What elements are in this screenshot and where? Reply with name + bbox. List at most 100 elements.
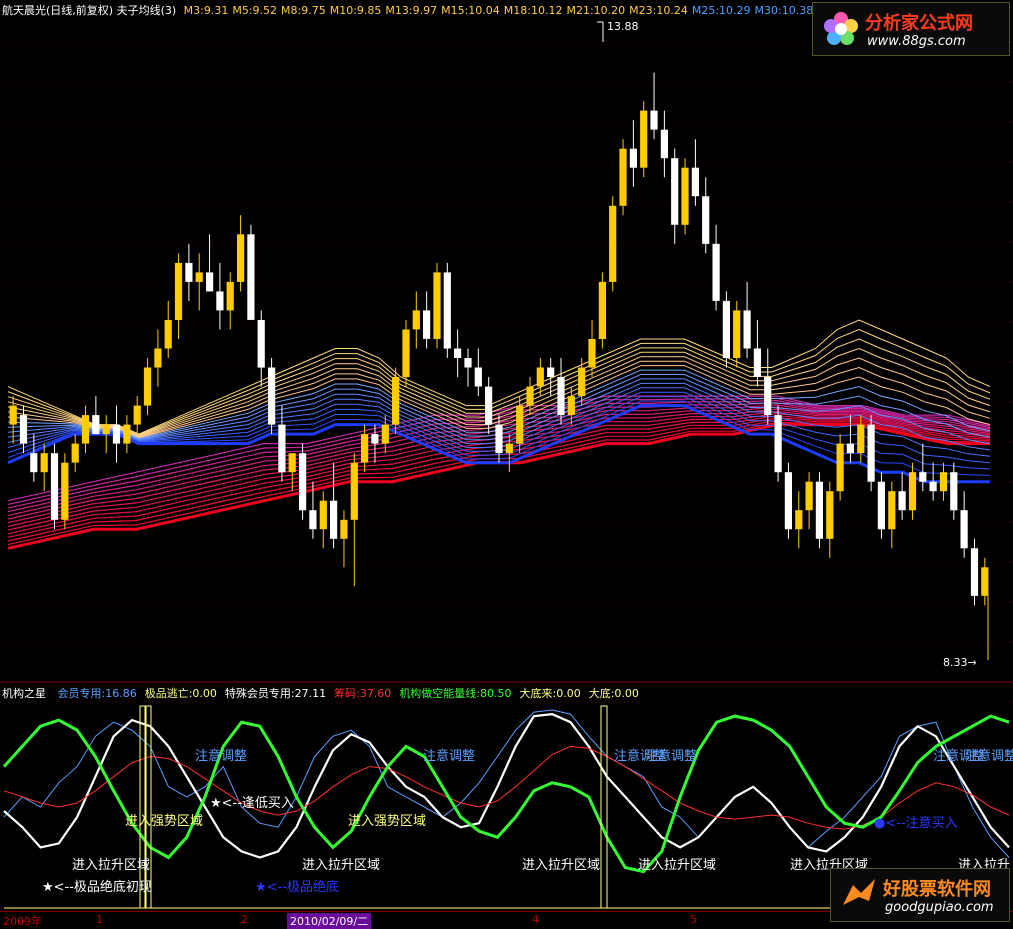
candle-body (784, 472, 792, 530)
main-chart-header: 航天晨光(日线,前复权) 夫子均线(3) M3:9.31 M5:9.52 M8:9.… (2, 2, 821, 18)
indicator-value: 机构做空能量线:80.50 (399, 687, 512, 700)
candle-body (774, 415, 782, 473)
candle-body (743, 310, 751, 349)
indicator-value: 会员专用:16.86 (57, 687, 137, 700)
price-low-label: 8.33→ (943, 656, 977, 669)
candle-body (278, 424, 286, 473)
candle-body (970, 548, 979, 596)
indicator-annotation: 进入强势区域 (125, 814, 204, 829)
candle-body (929, 481, 937, 492)
candle-body (846, 443, 854, 454)
candle-body (485, 386, 493, 425)
candle-body (547, 367, 555, 377)
candle-body (154, 348, 162, 368)
ma-value: M21:10.20 (566, 4, 626, 17)
indicator-annotation: 注意调整 (423, 749, 476, 764)
candle-body (619, 148, 627, 206)
indicator-annotation: 进入拉升区域 (302, 858, 381, 873)
candle-body (877, 481, 885, 530)
indicator-annotation: ●<--注意买入 (874, 816, 958, 831)
candle-body (350, 462, 358, 520)
ma-value: M30:10.38 (754, 4, 814, 17)
candle-body (867, 424, 875, 482)
logo-title: 分析家公式网 (865, 13, 973, 34)
candle-body (30, 453, 38, 473)
indicator-annotation: 进入拉升区域 (72, 858, 151, 873)
candle-body (567, 396, 575, 416)
candle-body (505, 443, 513, 454)
candle-body (950, 472, 958, 511)
candle-body (681, 167, 689, 225)
candle-body (299, 453, 307, 511)
ma-value: M13:9.97 (385, 4, 438, 17)
candle-body (112, 424, 121, 444)
logo-url: goodgupiao.com (885, 900, 994, 915)
candle-body (268, 367, 276, 425)
date-label: 5 (690, 913, 697, 926)
chart-canvas (0, 21, 1013, 909)
candle-body (981, 567, 989, 596)
candle-body (174, 262, 183, 320)
date-label: 4 (532, 913, 539, 926)
candle-body (133, 405, 141, 425)
ma-value: M8:9.75 (281, 4, 326, 17)
main-chart-title: 航天晨光(日线,前复权) 夫子均线(3) (2, 4, 177, 17)
candle-body (960, 510, 968, 549)
candle-body (288, 453, 296, 473)
candle-body (237, 234, 245, 282)
candle-body (257, 320, 265, 368)
signal-spike (600, 705, 608, 908)
bull-logo-icon (843, 879, 875, 905)
indicator-value: 极品逃亡:0.00 (144, 687, 217, 700)
candle-body (92, 415, 100, 435)
candle-body (826, 491, 834, 539)
candle-body (536, 367, 544, 387)
candle-body (660, 129, 668, 159)
candle-body (898, 491, 906, 511)
candle-body (795, 510, 803, 530)
candle-body (671, 158, 679, 225)
candle-body (71, 443, 79, 463)
candle-body (102, 424, 110, 435)
candle-body (815, 481, 823, 539)
candle-body (857, 424, 865, 454)
indicator-annotation: 进入强势区域 (348, 814, 427, 829)
indicator-title: 机构之星 (2, 687, 46, 700)
candle-body (412, 310, 420, 330)
candle-body (919, 472, 927, 482)
date-label: 1 (96, 913, 103, 926)
indicator-annotation: 进入拉升区域 (522, 858, 601, 873)
candle-body (578, 367, 586, 396)
candle-body (650, 110, 658, 130)
candle-body (402, 329, 410, 378)
candle-body (392, 377, 400, 425)
indicator-value: 筹码:37.60 (334, 687, 392, 700)
candle-body (464, 358, 472, 368)
ma-value: M3:9.31 (183, 4, 229, 17)
logo-88gs: 分析家公式网 www.88gs.com (812, 2, 1010, 56)
ma-value: M25:10.29 (691, 4, 751, 17)
candle-body (123, 424, 131, 444)
logo-title: 好股票软件网 (883, 879, 991, 900)
candle-body (340, 519, 348, 539)
date-label: 2009年 (3, 915, 42, 928)
candle-body (61, 462, 69, 520)
ma-value: M18:10.12 (503, 4, 563, 17)
candle-body (164, 320, 172, 349)
candle-body (805, 481, 813, 511)
ma-value: M5:9.52 (232, 4, 278, 17)
candle-body (474, 367, 482, 387)
candle-body (433, 272, 441, 339)
candle-body (629, 148, 637, 168)
indicator-header: 机构之星 会员专用:16.86 极品逃亡:0.00 特殊会员专用:27.11 筹码:3… (2, 685, 655, 701)
date-label: 2 (241, 913, 248, 926)
candle-body (371, 434, 379, 444)
candle-body (712, 243, 720, 301)
candle-body (226, 281, 234, 311)
candle-body (888, 491, 896, 530)
indicator-annotation: ★<--极品绝底初现 (42, 880, 152, 895)
indicator-value: 大底来:0.00 (519, 687, 581, 700)
candle-body (206, 272, 214, 292)
candle-body (195, 272, 203, 282)
candle-body (764, 377, 772, 416)
